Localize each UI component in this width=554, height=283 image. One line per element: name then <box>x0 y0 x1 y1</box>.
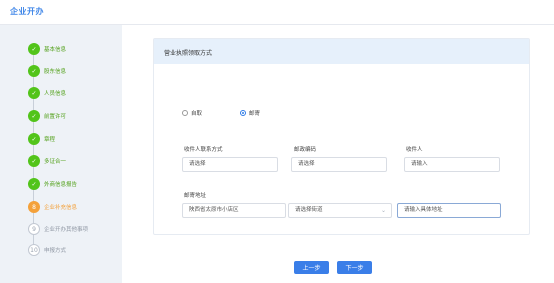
step-number-badge: 10 <box>28 244 40 256</box>
main-content: 营业执照领取方式 自取 邮寄 收件人联系方式 请选择 邮政编码 请选择 收件人 … <box>122 25 554 283</box>
mailing-address-label: 邮寄地址 <box>184 193 207 199</box>
step-multi-certificate[interactable]: ✓ 多证合一 <box>28 154 66 168</box>
radio-label: 自取 <box>191 111 203 117</box>
address-street-select[interactable]: 请选择街道 ⌄ <box>288 203 392 218</box>
step-label: 外商信息报告 <box>44 182 78 188</box>
check-icon: ✓ <box>28 110 40 122</box>
postal-code-select[interactable]: 请选择 <box>291 157 387 172</box>
radio-mail[interactable]: 邮寄 <box>240 109 260 117</box>
step-label: 股东信息 <box>44 69 67 75</box>
step-label: 多证合一 <box>44 159 67 165</box>
recipient-contact-label: 收件人联系方式 <box>184 147 223 153</box>
radio-label: 邮寄 <box>249 111 261 117</box>
step-basic-info[interactable]: ✓ 基本信息 <box>28 42 66 56</box>
step-label: 人员信息 <box>44 91 67 97</box>
recipient-label: 收件人 <box>406 147 423 153</box>
previous-step-button[interactable]: 上一步 <box>294 261 329 274</box>
radio-checked-icon <box>240 110 246 116</box>
radio-circle-icon <box>182 110 188 116</box>
step-label: 企业开办其他事项 <box>44 227 89 233</box>
chevron-down-icon: ⌄ <box>380 207 386 214</box>
card-title: 营业执照领取方式 <box>164 50 213 57</box>
step-sidebar: ✓ 基本信息 ✓ 股东信息 ✓ 人员信息 ✓ 前置许可 ✓ 章程 ✓ 多证合一 … <box>0 25 122 283</box>
check-icon: ✓ <box>28 178 40 190</box>
step-filing-method[interactable]: 10 申报方式 <box>28 243 66 257</box>
address-street-text: 请选择街道 <box>295 207 323 213</box>
step-label: 基本信息 <box>44 47 67 53</box>
app-title: 企业开办 <box>10 7 44 16</box>
step-articles[interactable]: ✓ 章程 <box>28 132 55 146</box>
top-bar: 企业开办 <box>0 0 554 25</box>
license-pickup-card: 营业执照领取方式 自取 邮寄 收件人联系方式 请选择 邮政编码 请选择 收件人 … <box>153 38 530 235</box>
check-icon: ✓ <box>28 87 40 99</box>
step-pre-license[interactable]: ✓ 前置许可 <box>28 109 66 123</box>
step-foreign-report[interactable]: ✓ 外商信息报告 <box>28 177 77 191</box>
address-city-select[interactable]: 陕西省太原市小店区 <box>182 203 286 218</box>
next-step-button[interactable]: 下一步 <box>337 261 372 274</box>
check-icon: ✓ <box>28 43 40 55</box>
step-number-badge: 9 <box>28 223 40 235</box>
radio-self-pickup[interactable]: 自取 <box>182 109 202 117</box>
card-header: 营业执照领取方式 <box>154 39 529 64</box>
step-personnel-info[interactable]: ✓ 人员信息 <box>28 86 66 100</box>
check-icon: ✓ <box>28 65 40 77</box>
step-other-matters[interactable]: 9 企业开办其他事项 <box>28 222 88 236</box>
postal-code-label: 邮政编码 <box>294 147 317 153</box>
step-label: 申报方式 <box>44 248 67 254</box>
recipient-contact-select[interactable]: 请选择 <box>182 157 278 172</box>
check-icon: ✓ <box>28 155 40 167</box>
step-supplementary-info[interactable]: 8 企业补充信息 <box>28 200 77 214</box>
step-label: 企业补充信息 <box>44 205 78 211</box>
recipient-input[interactable]: 请输入 <box>404 157 500 172</box>
address-detail-input[interactable]: 请输入具体地址 <box>397 203 501 218</box>
step-label: 前置许可 <box>44 114 67 120</box>
step-number-badge: 8 <box>28 201 40 213</box>
step-shareholder-info[interactable]: ✓ 股东信息 <box>28 64 66 78</box>
check-icon: ✓ <box>28 133 40 145</box>
step-label: 章程 <box>44 137 56 143</box>
